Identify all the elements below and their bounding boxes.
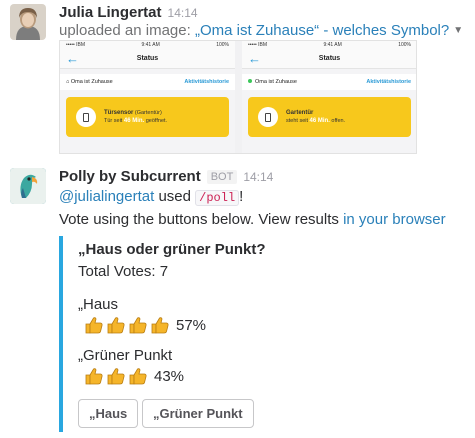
chevron-down-icon[interactable]: ▼ (453, 25, 463, 36)
back-arrow-icon: ← (248, 51, 261, 66)
option-label: „Haus (78, 296, 119, 313)
avatar-julia[interactable] (10, 4, 46, 40)
avatar-polly[interactable] (10, 168, 46, 204)
sensor-card: Türsensor (Gartentür) Tür seit 46 Min. g… (66, 97, 229, 137)
history-link: Aktivitätshistorie (366, 79, 411, 85)
thumbs-up-icon (85, 368, 103, 385)
thumbs-up-icon (107, 317, 125, 334)
thumbs-up-icon (129, 368, 147, 385)
status-bar: ••••• IBM 9:41 AM 100% (242, 41, 416, 49)
timestamp[interactable]: 14:14 (243, 170, 273, 184)
green-dot-icon (248, 79, 252, 83)
option-result: 57% (84, 316, 206, 334)
upload-title-link[interactable]: „Oma ist Zuhause“ - welches Symbol? (195, 22, 449, 39)
vote-button-gruener-punkt[interactable]: „Grüner Punkt (142, 399, 254, 428)
results-link[interactable]: in your browser (343, 211, 446, 228)
back-arrow-icon: ← (66, 51, 79, 66)
vote-instructions: Vote using the buttons below. View resul… (59, 211, 446, 228)
status-bar: ••••• IBM 9:41 AM 100% (60, 41, 235, 49)
author-name[interactable]: Julia Lingertat 14:14 (59, 4, 198, 21)
upload-prefix: uploaded an image: (59, 22, 191, 39)
thumbs-up-icon (129, 317, 147, 334)
option-result: 43% (84, 367, 184, 385)
uploaded-image[interactable]: ••••• IBM 9:41 AM 100% ← Status ⌂ Oma is… (59, 40, 417, 154)
nav-bar: ← Status (242, 49, 416, 69)
option-label: „Grüner Punkt (78, 347, 173, 364)
author-name[interactable]: Polly by Subcurrent BOT 14:14 (59, 168, 273, 185)
phone-screen-1: ••••• IBM 9:41 AM 100% ← Status ⌂ Oma is… (60, 41, 235, 153)
vote-text: Vote using the buttons below. View resul… (59, 211, 339, 228)
nav-title: Status (136, 55, 159, 62)
parrot-logo-icon (10, 168, 46, 204)
home-row: ⌂ Oma ist Zuhause Aktivitätshistorie (60, 74, 235, 90)
command-line: @julialingertat used /poll! (59, 188, 244, 206)
option-percent: 57% (176, 316, 207, 334)
poll-attachment: „Haus oder grüner Punkt? Total Votes: 7 … (59, 236, 459, 432)
message-julia: Julia Lingertat 14:14 uploaded an image: … (0, 0, 475, 160)
door-icon (76, 107, 96, 127)
poll-title: „Haus oder grüner Punkt? (78, 241, 266, 258)
thumbs-up-icon (107, 368, 125, 385)
history-link: Aktivitätshistorie (184, 79, 229, 85)
option-percent: 43% (154, 367, 185, 385)
phone-screen-2: ••••• IBM 9:41 AM 100% ← Status Oma ist … (242, 41, 416, 153)
thumbs-up-icon (151, 317, 169, 334)
timestamp[interactable]: 14:14 (168, 6, 198, 20)
vote-button-haus[interactable]: „Haus (78, 399, 139, 428)
avatar-photo (10, 4, 46, 40)
house-icon: ⌂ (66, 79, 70, 85)
sensor-card: Gartentür steht seit 46 Min. offen. (248, 97, 411, 137)
exclaim: ! (239, 188, 244, 205)
nav-bar: ← Status (60, 49, 235, 69)
door-icon (258, 107, 278, 127)
upload-line: uploaded an image: „Oma ist Zuhause“ - w… (59, 22, 463, 39)
nav-title: Status (318, 55, 341, 62)
used-text: used (158, 188, 191, 205)
poll-total-votes: Total Votes: 7 (78, 263, 169, 280)
user-mention[interactable]: @julialingertat (59, 188, 154, 205)
home-row: Oma ist Zuhause Aktivitätshistorie (242, 74, 416, 90)
command-code: /poll (195, 190, 240, 206)
thumbs-up-icon (85, 317, 103, 334)
bot-badge: BOT (206, 170, 238, 184)
